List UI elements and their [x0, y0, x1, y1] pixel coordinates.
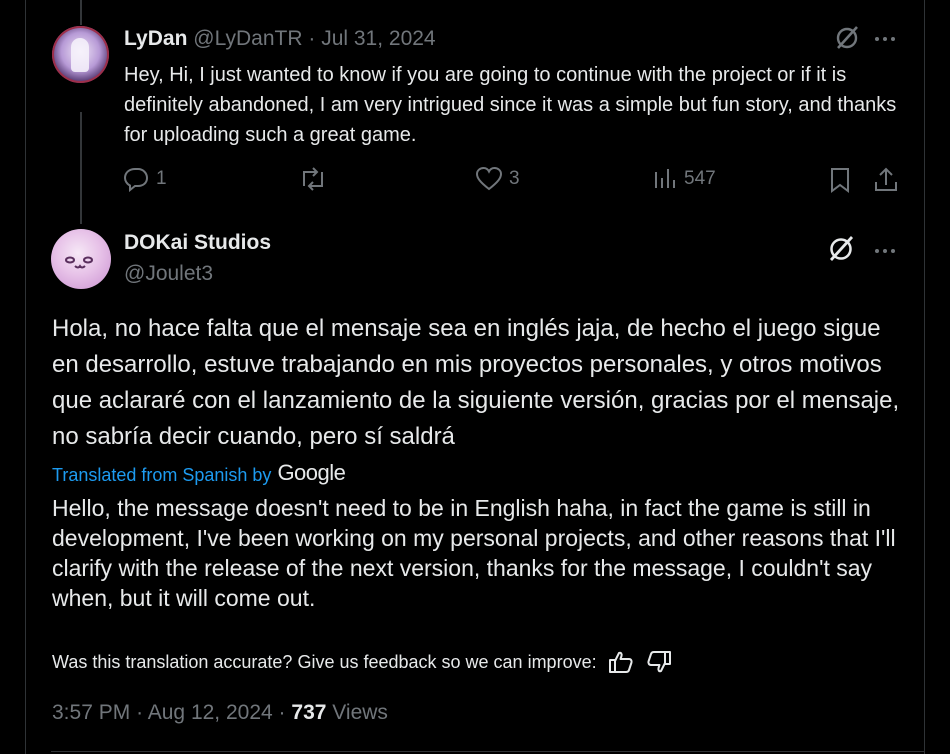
- tweet-text: Hola, no hace falta que el mensaje sea e…: [52, 315, 900, 450]
- tweet-date[interactable]: Jul 31, 2024: [321, 27, 435, 50]
- column-border-right: [924, 0, 925, 754]
- display-name[interactable]: DOKai Studios: [124, 231, 271, 255]
- reply-icon: [122, 166, 150, 192]
- views-button[interactable]: 547: [652, 166, 716, 192]
- tweet-actions: 1 3 547: [0, 166, 950, 196]
- repost-button[interactable]: [298, 166, 328, 192]
- view-count: 547: [684, 168, 716, 189]
- avatar[interactable]: [52, 26, 109, 83]
- reply-count: 1: [156, 168, 167, 189]
- repost-icon: [298, 166, 328, 192]
- translation-attribution: Translated from Spanish by Google: [52, 460, 346, 486]
- thumbs-down-icon[interactable]: [645, 648, 673, 676]
- thumbs-up-icon[interactable]: [607, 648, 635, 676]
- grok-icon[interactable]: [834, 25, 860, 51]
- handle[interactable]: @Joulet3: [124, 262, 213, 286]
- separator: ·: [308, 27, 316, 50]
- avatar[interactable]: [51, 229, 111, 289]
- tweet-time[interactable]: 3:57 PM: [52, 701, 130, 724]
- display-name[interactable]: LyDan: [124, 27, 187, 50]
- more-icon[interactable]: [872, 26, 898, 52]
- translated-label[interactable]: Translated from Spanish by: [52, 465, 271, 486]
- handle[interactable]: @LyDanTR: [193, 27, 302, 50]
- share-button[interactable]: [872, 166, 900, 194]
- tweet-text: Hey, Hi, I just wanted to know if you ar…: [124, 64, 897, 146]
- heart-icon: [475, 166, 503, 192]
- tweet-header: LyDan @LyDanTR · Jul 31, 2024: [124, 27, 436, 51]
- feedback-prompt: Was this translation accurate? Give us f…: [52, 651, 597, 672]
- views-icon: [652, 166, 678, 192]
- separator: ·: [278, 701, 286, 724]
- bookmark-icon: [828, 166, 852, 194]
- more-icon[interactable]: [872, 238, 898, 264]
- thread-line: [80, 0, 82, 25]
- reply-button[interactable]: 1: [122, 166, 167, 192]
- grok-icon[interactable]: [827, 235, 855, 263]
- tweet-date[interactable]: Aug 12, 2024: [148, 701, 273, 724]
- share-icon: [872, 166, 900, 194]
- bookmark-button[interactable]: [828, 166, 852, 194]
- column-border-left: [25, 0, 26, 754]
- views-label: Views: [332, 701, 388, 724]
- views-count: 737: [291, 701, 327, 724]
- tweet-meta: 3:57 PM · Aug 12, 2024 · 737 Views: [52, 701, 388, 725]
- like-count: 3: [509, 168, 520, 189]
- translation-feedback: Was this translation accurate? Give us f…: [52, 648, 673, 676]
- divider: [51, 751, 924, 752]
- like-button[interactable]: 3: [475, 166, 520, 192]
- separator: ·: [136, 701, 144, 724]
- translated-text: Hello, the message doesn't need to be in…: [52, 495, 896, 611]
- google-logo: Google: [277, 460, 346, 485]
